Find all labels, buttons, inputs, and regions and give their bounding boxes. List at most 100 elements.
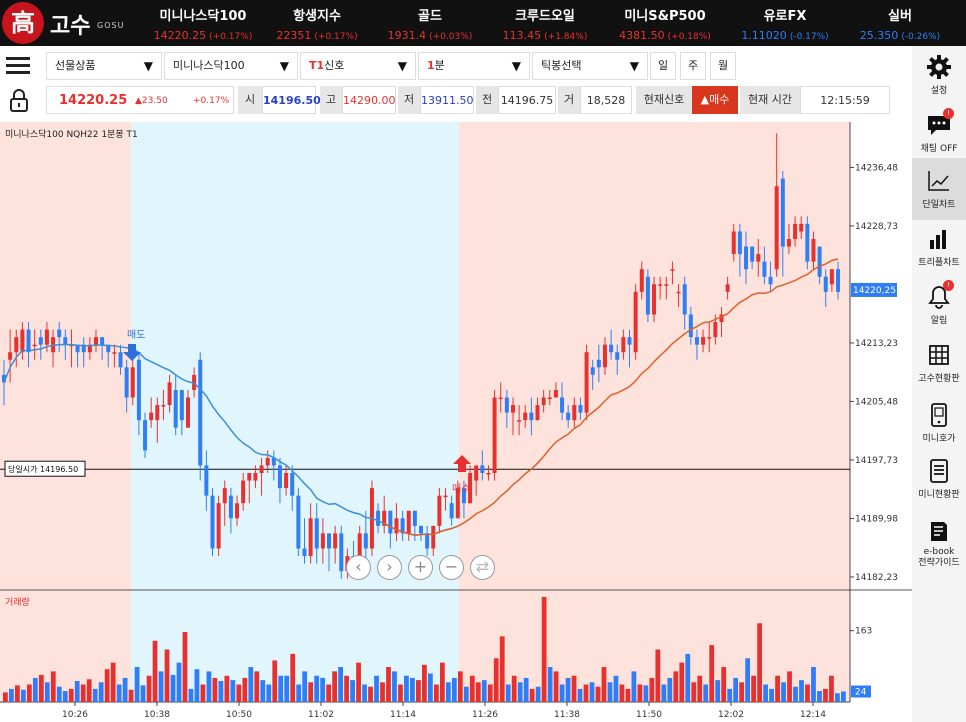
sidebar-item-chat[interactable]: ! 채팅 OFF [912, 108, 966, 156]
volume-bar [50, 671, 56, 702]
ticker-change: (+0.18%) [667, 32, 711, 42]
volume-bar [278, 675, 284, 702]
x-tick-label: 12:02 [718, 710, 744, 720]
refresh-icon[interactable]: ⇄ [470, 555, 495, 580]
chart-area[interactable]: 14236,48 14228,73 14213,23 14205,48 14197,73… [0, 122, 912, 722]
candle-body [198, 359, 203, 466]
sidebar-item-alerts[interactable]: ! 알림 [912, 280, 966, 328]
candle-body [284, 473, 289, 489]
volume-bar [158, 671, 164, 702]
candle-body [38, 337, 43, 345]
volume-bar [344, 675, 349, 702]
ticker-item[interactable]: 미니S&P500 4381.50 (+0.18%) [605, 0, 725, 46]
candle-body [235, 503, 240, 519]
volume-bar [92, 688, 98, 702]
x-tick-label: 10:50 [226, 710, 252, 720]
candle-body [327, 533, 332, 549]
candle-body [578, 405, 583, 413]
candle-body [713, 322, 718, 338]
volume-bar [266, 684, 272, 702]
interval-number: 1 [427, 59, 435, 72]
volume-bar [326, 684, 332, 702]
sidebar-label: 트리플차트 [918, 258, 960, 268]
menu-hamburger-icon[interactable] [4, 54, 32, 78]
volume-bar [511, 675, 517, 702]
y-tick-label: 14182,23 [855, 573, 898, 583]
ticker-item[interactable]: 실버 25.350 (-0.26%) [840, 0, 960, 46]
sidebar-item-mini-board[interactable]: 미니현황판 [912, 458, 966, 502]
sidebar-item-settings[interactable]: 설정 [912, 54, 966, 100]
volume-bar [571, 675, 577, 702]
volume-bar [625, 688, 631, 702]
sidebar-item-single-chart[interactable]: 단일차트 [912, 158, 966, 220]
sidebar-item-ebook[interactable]: e-book 전략가이드 [912, 518, 966, 574]
ticker-item[interactable]: 유로FX 1.11020 (-0.17%) [725, 0, 845, 46]
ticker-name: 미니나스닥100 [159, 9, 247, 24]
volume-bar [338, 667, 343, 702]
bell-icon: ! [926, 280, 954, 310]
brand-logo[interactable]: 高 고수 GOSU [0, 0, 130, 46]
candle-body [756, 254, 761, 262]
product-type-value: 선물상품 [55, 59, 96, 72]
candle-body [480, 465, 485, 473]
candle-body [443, 495, 448, 498]
volume-bar [439, 662, 445, 702]
candle-body [682, 284, 687, 315]
tick-select[interactable]: 틱봉선택 ▼ [532, 52, 648, 80]
volume-bar [32, 677, 38, 702]
candle-body [799, 223, 804, 232]
product-type-select[interactable]: 선물상품 ▼ [46, 52, 162, 80]
zoom-out-icon[interactable]: − [439, 555, 464, 580]
sidebar-label: e-book 전략가이드 [918, 547, 960, 568]
candle-body [688, 314, 693, 338]
volume-bar [547, 667, 553, 702]
ticker-item[interactable]: 미니나스닥100 14220.25 (+0.17%) [143, 0, 263, 46]
ticker-item[interactable]: 크루드오일 113.45 (+1.84%) [485, 0, 605, 46]
volume-bar [404, 675, 409, 702]
ticker-item[interactable]: 골드 1931.4 (+0.03%) [370, 0, 490, 46]
candle-body [449, 503, 454, 519]
signal-label: 현재신호 [636, 86, 692, 114]
volume-bar [475, 682, 481, 702]
volume-bar [619, 684, 625, 702]
candle-body [44, 329, 49, 345]
volume-bar [823, 688, 828, 702]
prev-label: 전 [476, 86, 498, 114]
interval-unit: 분 [434, 59, 445, 72]
sidebar-item-gosu-board[interactable]: 고수현황판 [912, 342, 966, 386]
period-week-button[interactable]: 주 [680, 52, 706, 80]
candle-body [161, 405, 166, 407]
brand-sub: GOSU [97, 21, 125, 30]
zone-buy-bg [459, 122, 850, 702]
volume-bar [200, 684, 206, 702]
period-month-button[interactable]: 월 [710, 52, 736, 80]
interval-select[interactable]: 1분 ▼ [418, 52, 530, 80]
candle-body [744, 246, 749, 270]
prev-value: 14196.75 [498, 86, 556, 114]
lock-icon[interactable] [6, 87, 32, 113]
sidebar-item-mini-quote[interactable]: 미니호가 [912, 402, 966, 446]
signal-select[interactable]: T1신호 ▼ [300, 52, 416, 80]
signal-buy-badge: ▲매수 [692, 86, 738, 114]
product-value: 미니나스닥100 [173, 59, 245, 72]
chart-title: 미니나스닥100 NQH22 1분봉 T1 [5, 130, 138, 140]
volume-bar [805, 684, 810, 702]
chart-options-row: 선물상품 ▼ 미니나스닥100 ▼ T1신호 ▼ 1분 ▼ 틱봉선택 ▼ 일 주… [0, 50, 912, 82]
ticker-change: (+0.03%) [429, 32, 473, 42]
ticker-change: (+0.17%) [314, 32, 358, 42]
zoom-in-icon[interactable]: + [408, 555, 433, 580]
scroll-right-icon[interactable]: › [377, 555, 402, 580]
price-chart[interactable]: 14236,48 14228,73 14213,23 14205,48 14197,73… [0, 122, 912, 722]
candle-body [621, 337, 626, 353]
sidebar-label: 채팅 OFF [920, 144, 958, 154]
scroll-left-icon[interactable]: ‹ [346, 555, 371, 580]
candle-body [774, 186, 779, 270]
candle-body [93, 337, 98, 345]
ticker-change: (+0.17%) [209, 32, 253, 42]
product-select[interactable]: 미니나스닥100 ▼ [164, 52, 298, 80]
period-day-button[interactable]: 일 [650, 52, 676, 80]
sidebar-item-triple-chart[interactable]: 트리플차트 [912, 226, 966, 270]
volume-bar [332, 671, 338, 702]
candle-body [425, 533, 430, 549]
ticker-item[interactable]: 항생지수 22351 (+0.17%) [257, 0, 377, 46]
